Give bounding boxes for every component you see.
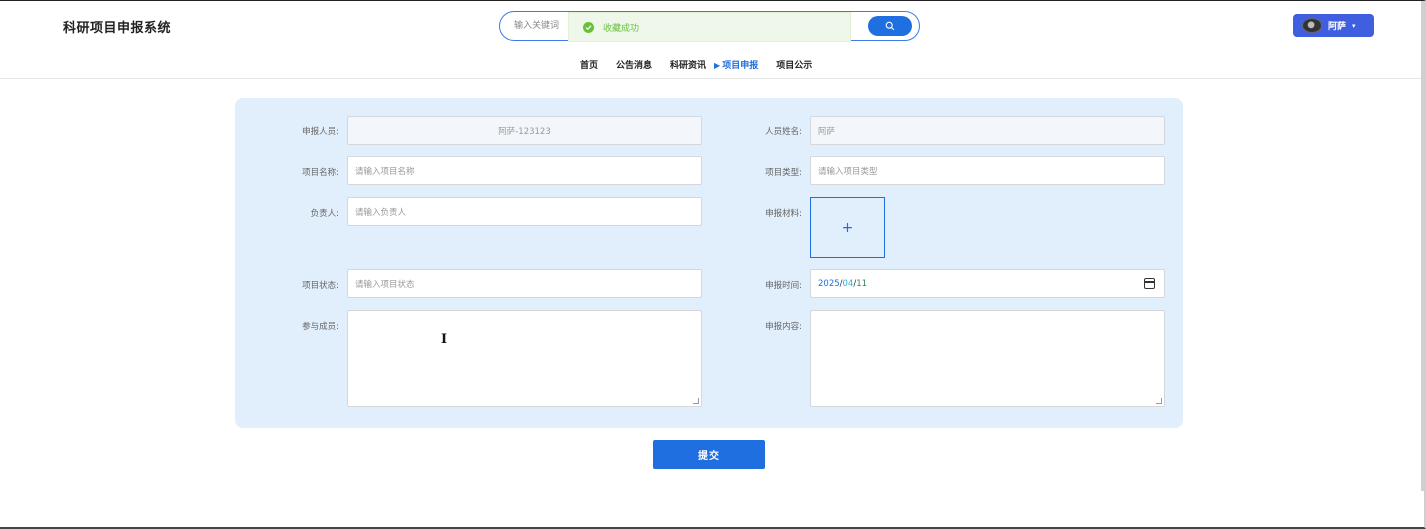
applicant-field: 阿萨-123123 (347, 116, 702, 145)
applicant-label: 申报人员: (302, 127, 339, 137)
leader-label: 负责人: (310, 209, 339, 219)
apply-time-label: 申报时间: (765, 281, 802, 291)
date-day: 11 (856, 278, 868, 289)
header: 科研项目申报系统 收藏成功 阿萨 ▾ 首页 公告消息 科研资讯 (0, 1, 1424, 79)
scrollbar[interactable] (1421, 1, 1424, 491)
person-name-field: 阿萨 (810, 116, 1165, 145)
nav-item-project-apply-label: 项目申报 (722, 61, 759, 71)
content-textarea[interactable] (810, 310, 1165, 407)
date-year: 2025 (818, 278, 840, 289)
project-type-input[interactable]: 请输入项目类型 (810, 156, 1165, 185)
upload-button[interactable]: + (810, 197, 885, 258)
calendar-icon[interactable] (1144, 278, 1155, 289)
toast-text: 收藏成功 (603, 23, 640, 34)
project-status-input[interactable]: 请输入项目状态 (347, 269, 702, 298)
user-name: 阿萨 (1328, 22, 1347, 32)
application-form: 申报人员: 阿萨-123123 人员姓名: 阿萨 项目名称: 请输入项目名称 项… (235, 98, 1183, 428)
project-status-label: 项目状态: (302, 281, 339, 291)
active-marker-icon: ▶ (714, 61, 721, 70)
leader-input[interactable]: 请输入负责人 (347, 197, 702, 226)
nav-item-project-apply[interactable]: ▶ 项目申报 (714, 58, 758, 71)
page: 科研项目申报系统 收藏成功 阿萨 ▾ 首页 公告消息 科研资讯 (0, 0, 1426, 529)
resize-handle-icon[interactable] (693, 398, 699, 404)
date-month: 04 (842, 278, 854, 289)
toast-message: 收藏成功 (568, 12, 851, 42)
resize-handle-icon[interactable] (1156, 398, 1162, 404)
search-button[interactable] (868, 16, 912, 36)
main-nav: 首页 公告消息 科研资讯 ▶ 项目申报 项目公示 (580, 58, 812, 71)
nav-item-announcements[interactable]: 公告消息 (616, 58, 652, 71)
check-circle-icon (583, 21, 594, 33)
members-textarea[interactable] (347, 310, 702, 407)
submit-button[interactable]: 提交 (653, 440, 765, 469)
chevron-down-icon: ▾ (1352, 21, 1356, 30)
search-icon (885, 21, 895, 31)
avatar (1302, 18, 1322, 33)
app-title: 科研项目申报系统 (63, 21, 172, 36)
members-label: 参与成员: (302, 322, 339, 332)
nav-item-project-publicity[interactable]: 项目公示 (776, 58, 812, 71)
project-name-input[interactable]: 请输入项目名称 (347, 156, 702, 185)
materials-label: 申报材料: (765, 209, 802, 219)
text-cursor-icon: I (441, 332, 448, 347)
nav-item-research-news[interactable]: 科研资讯 (670, 58, 706, 71)
apply-time-input[interactable]: 2025/04/11 (810, 269, 1165, 298)
project-type-label: 项目类型: (765, 168, 802, 178)
plus-icon: + (841, 219, 854, 236)
user-menu-button[interactable]: 阿萨 ▾ (1293, 14, 1374, 37)
nav-item-home[interactable]: 首页 (580, 58, 598, 71)
content-label: 申报内容: (765, 322, 802, 332)
project-name-label: 项目名称: (302, 168, 339, 178)
person-name-label: 人员姓名: (765, 127, 802, 137)
